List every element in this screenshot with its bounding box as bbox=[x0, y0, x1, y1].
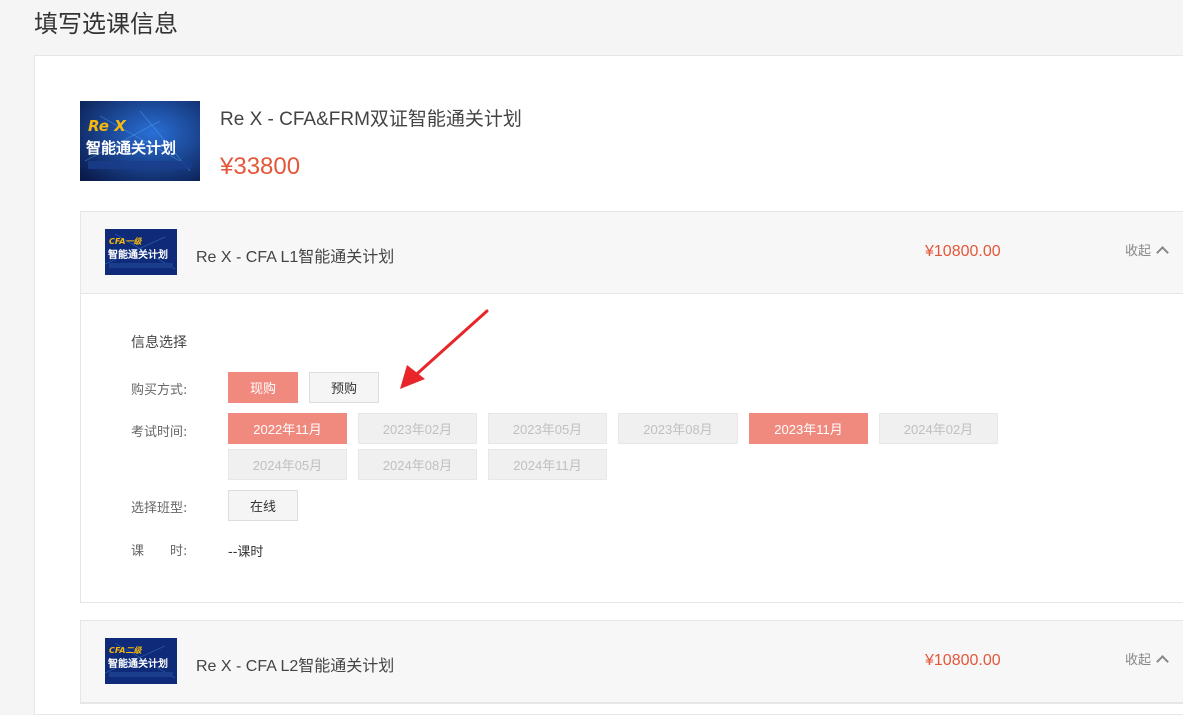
course-price: ¥10800.00 bbox=[925, 243, 1001, 260]
course-name: Re X - CFA L2智能通关计划 bbox=[196, 658, 395, 675]
exam-option[interactable]: 2024年11月 bbox=[488, 449, 607, 480]
course-thumb-text-2: 智能通关计划 bbox=[108, 248, 168, 261]
collapse-label: 收起 bbox=[1125, 653, 1152, 668]
exam-time-label: 考试时间: bbox=[131, 425, 188, 440]
course-thumb-text-2: 智能通关计划 bbox=[108, 657, 168, 670]
class-type-label: 选择班型: bbox=[131, 501, 188, 516]
collapse-label: 收起 bbox=[1125, 244, 1152, 259]
course-header: CFA二级 智能通关计划 Re X - CFA L2智能通关计划 ¥10800.… bbox=[81, 621, 1183, 703]
package-thumb-text-1: Re X bbox=[88, 117, 127, 135]
page-title: 填写选课信息 bbox=[34, 10, 178, 38]
class-option-online[interactable]: 在线 bbox=[228, 490, 298, 521]
chevron-up-icon bbox=[1156, 654, 1169, 668]
exam-option[interactable]: 2022年11月 bbox=[228, 413, 347, 444]
course-price: ¥10800.00 bbox=[925, 652, 1001, 669]
hours-value: --课时 bbox=[228, 545, 264, 560]
package-title: Re X - CFA&FRM双证智能通关计划 bbox=[220, 109, 522, 130]
course-item-cfa-l1: CFA一级 智能通关计划 Re X - CFA L1智能通关计划 ¥10800.… bbox=[80, 211, 1183, 603]
course-thumbnail: CFA一级 智能通关计划 bbox=[105, 229, 177, 275]
exam-option[interactable]: 2024年02月 bbox=[879, 413, 998, 444]
purchase-option-preorder[interactable]: 预购 bbox=[309, 372, 379, 403]
course-name: Re X - CFA L1智能通关计划 bbox=[196, 249, 395, 266]
exam-option[interactable]: 2023年05月 bbox=[488, 413, 607, 444]
chevron-up-icon bbox=[1156, 245, 1169, 259]
exam-option[interactable]: 2023年02月 bbox=[358, 413, 477, 444]
section-title: 信息选择 bbox=[131, 335, 187, 351]
exam-option[interactable]: 2024年05月 bbox=[228, 449, 347, 480]
course-thumbnail: CFA二级 智能通关计划 bbox=[105, 638, 177, 684]
collapse-button[interactable]: 收起 bbox=[1125, 649, 1169, 668]
annotation-arrow-icon bbox=[400, 309, 489, 389]
package-thumbnail: Re X 智能通关计划 bbox=[80, 101, 200, 181]
info-selection-panel: 信息选择 购买方式: 现购 预购 考试时间: 2022年11月 2023年02月… bbox=[81, 294, 1183, 602]
course-item-cfa-l2: CFA二级 智能通关计划 Re X - CFA L2智能通关计划 ¥10800.… bbox=[80, 620, 1183, 704]
exam-option[interactable]: 2024年08月 bbox=[358, 449, 477, 480]
course-selection-card: Re X 智能通关计划 Re X - CFA&FRM双证智能通关计划 ¥3380… bbox=[34, 55, 1183, 715]
collapse-button[interactable]: 收起 bbox=[1125, 240, 1169, 259]
purchase-option-now[interactable]: 现购 bbox=[228, 372, 298, 403]
package-thumb-text-2: 智能通关计划 bbox=[86, 139, 176, 157]
exam-option[interactable]: 2023年08月 bbox=[618, 413, 738, 444]
course-thumb-text-1: CFA二级 bbox=[109, 646, 142, 655]
course-header: CFA一级 智能通关计划 Re X - CFA L1智能通关计划 ¥10800.… bbox=[81, 212, 1183, 294]
package-price: ¥33800 bbox=[220, 153, 301, 180]
hours-label: 课 时: bbox=[131, 544, 188, 559]
exam-option[interactable]: 2023年11月 bbox=[749, 413, 868, 444]
course-thumb-text-1: CFA一级 bbox=[109, 237, 142, 246]
purchase-method-label: 购买方式: bbox=[131, 383, 188, 398]
